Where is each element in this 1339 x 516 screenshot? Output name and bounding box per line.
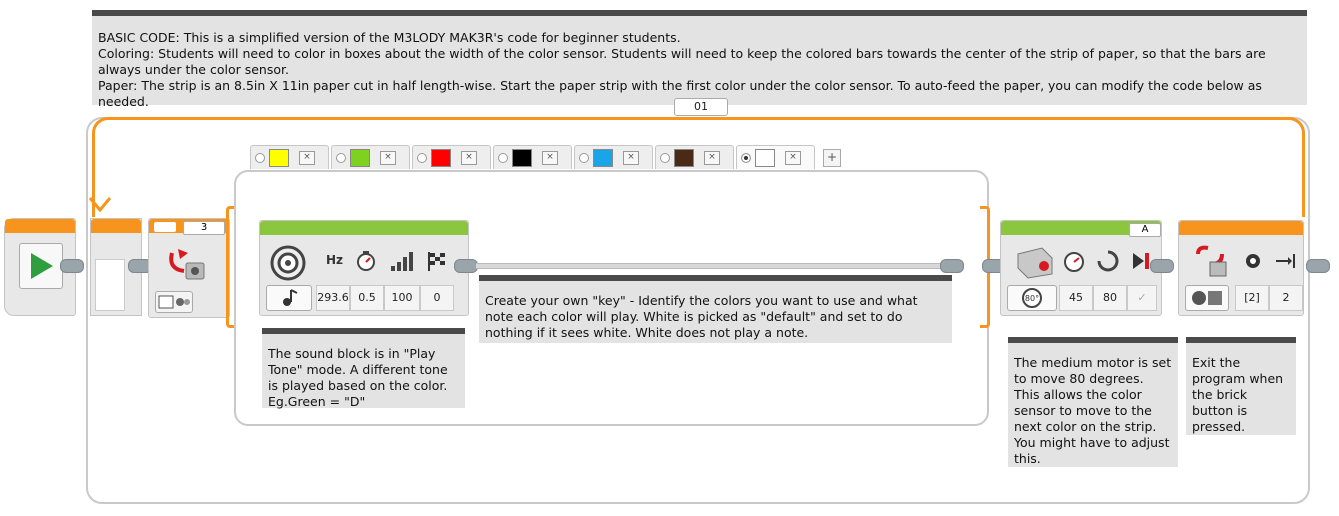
delete-case-icon[interactable]: × bbox=[299, 150, 315, 165]
duration-input[interactable]: 0.5 bbox=[350, 285, 384, 311]
svg-text:80°: 80° bbox=[1025, 294, 1039, 303]
case-color-swatch bbox=[674, 148, 694, 167]
switch-block[interactable]: 3 bbox=[148, 218, 230, 318]
switch-case-tabs: × × × × × × × + bbox=[250, 145, 841, 169]
sequence-connector[interactable] bbox=[1150, 259, 1174, 273]
case-color-swatch bbox=[755, 148, 775, 167]
button-id-input[interactable]: [2] bbox=[1235, 285, 1269, 311]
button-state-input[interactable]: 2 bbox=[1269, 285, 1303, 311]
sequence-connector[interactable] bbox=[1306, 259, 1330, 273]
volume-input[interactable]: 100 bbox=[384, 285, 420, 311]
case-default-radio[interactable] bbox=[498, 152, 508, 163]
loop-exit-block[interactable]: [2] 2 bbox=[1178, 220, 1304, 316]
comment-text: The medium motor is set to move 80 degre… bbox=[1014, 355, 1172, 466]
delete-case-icon[interactable]: × bbox=[380, 150, 396, 165]
delete-case-icon[interactable]: × bbox=[785, 150, 801, 165]
motor-power-input[interactable]: 45 bbox=[1059, 285, 1093, 311]
sequence-wire bbox=[476, 263, 942, 269]
power-gauge-icon bbox=[1061, 249, 1087, 273]
sequence-connector[interactable] bbox=[940, 259, 964, 273]
motor-block-comment[interactable]: The medium motor is set to move 80 degre… bbox=[1008, 337, 1178, 467]
hz-label: Hz bbox=[326, 253, 344, 267]
brick-buttons-icon bbox=[1191, 243, 1231, 281]
switch-port-selector[interactable]: 3 bbox=[183, 221, 225, 235]
loop-arrow-icon bbox=[88, 196, 112, 222]
medium-motor-icon bbox=[1013, 243, 1057, 281]
comment-line-basic-code: BASIC CODE: This is a simplified version… bbox=[98, 30, 681, 45]
sound-block-comment[interactable]: The sound block is in "Play Tone" mode. … bbox=[262, 328, 465, 409]
case-tab-black[interactable]: × bbox=[493, 145, 572, 169]
case-tab-white-default[interactable]: × bbox=[736, 145, 815, 169]
speaker-icon bbox=[268, 243, 308, 283]
compare-icon bbox=[1273, 249, 1299, 273]
color-sensor-port-icon bbox=[154, 222, 176, 232]
delete-case-icon[interactable]: × bbox=[542, 150, 558, 165]
motor-degrees-input[interactable]: 80 bbox=[1093, 285, 1127, 311]
add-case-button[interactable]: + bbox=[823, 149, 841, 167]
motor-port-selector[interactable]: A bbox=[1129, 223, 1161, 237]
case-default-radio[interactable] bbox=[255, 152, 265, 163]
frequency-input[interactable]: 293.6 bbox=[316, 285, 350, 311]
case-default-radio[interactable] bbox=[660, 152, 670, 163]
case-color-swatch bbox=[269, 148, 289, 167]
checkered-flag-icon bbox=[424, 249, 448, 273]
timer-icon bbox=[354, 249, 378, 273]
volume-icon bbox=[388, 249, 416, 273]
comment-text: The sound block is in "Play Tone" mode. … bbox=[268, 346, 448, 409]
case-tab-green[interactable]: × bbox=[331, 145, 410, 169]
motor-mode-selector[interactable]: 80° bbox=[1007, 285, 1057, 311]
exit-mode-selector[interactable] bbox=[1185, 285, 1229, 311]
case-default-radio-selected[interactable] bbox=[741, 152, 751, 163]
case-color-swatch bbox=[593, 148, 613, 167]
case-tab-brown[interactable]: × bbox=[655, 145, 734, 169]
case-tab-yellow[interactable]: × bbox=[250, 145, 329, 169]
case-default-radio[interactable] bbox=[417, 152, 427, 163]
color-sensor-icon bbox=[163, 245, 211, 285]
motor-brake-toggle[interactable]: ✓ bbox=[1127, 285, 1157, 311]
brake-icon bbox=[1129, 249, 1153, 273]
brick-button-icon bbox=[1241, 249, 1265, 273]
sequence-connector[interactable] bbox=[454, 259, 478, 273]
play-icon[interactable] bbox=[19, 243, 63, 289]
case-tab-red[interactable]: × bbox=[412, 145, 491, 169]
loop-counter: 01 bbox=[674, 98, 728, 116]
case-color-swatch bbox=[431, 148, 451, 167]
case-color-swatch bbox=[512, 148, 532, 167]
medium-motor-block[interactable]: A 80° 45 80 ✓ bbox=[1000, 220, 1162, 316]
exit-block-comment[interactable]: Exit the program when the brick button i… bbox=[1186, 337, 1296, 435]
sequence-connector[interactable] bbox=[60, 259, 84, 273]
case-default-radio[interactable] bbox=[579, 152, 589, 163]
switch-mode-selector[interactable] bbox=[155, 291, 193, 313]
comment-line-coloring: Coloring: Students will need to color in… bbox=[98, 46, 1266, 77]
play-type-input[interactable]: 0 bbox=[420, 285, 454, 311]
case-tab-blue[interactable]: × bbox=[574, 145, 653, 169]
case-default-radio[interactable] bbox=[336, 152, 346, 163]
case-color-swatch bbox=[350, 148, 370, 167]
delete-case-icon[interactable]: × bbox=[623, 150, 639, 165]
program-description-comment[interactable]: BASIC CODE: This is a simplified version… bbox=[92, 10, 1307, 109]
sound-block[interactable]: Hz 293.6 0.5 100 0 bbox=[259, 220, 469, 316]
comment-text: Exit the program when the brick button i… bbox=[1192, 355, 1284, 434]
degrees-icon bbox=[1095, 249, 1121, 273]
delete-case-icon[interactable]: × bbox=[461, 150, 477, 165]
color-key-comment[interactable]: Create your own "key" - Identify the col… bbox=[479, 275, 952, 343]
delete-case-icon[interactable]: × bbox=[704, 150, 720, 165]
sound-mode-selector[interactable] bbox=[266, 285, 312, 311]
comment-text: Create your own "key" - Identify the col… bbox=[485, 293, 918, 340]
